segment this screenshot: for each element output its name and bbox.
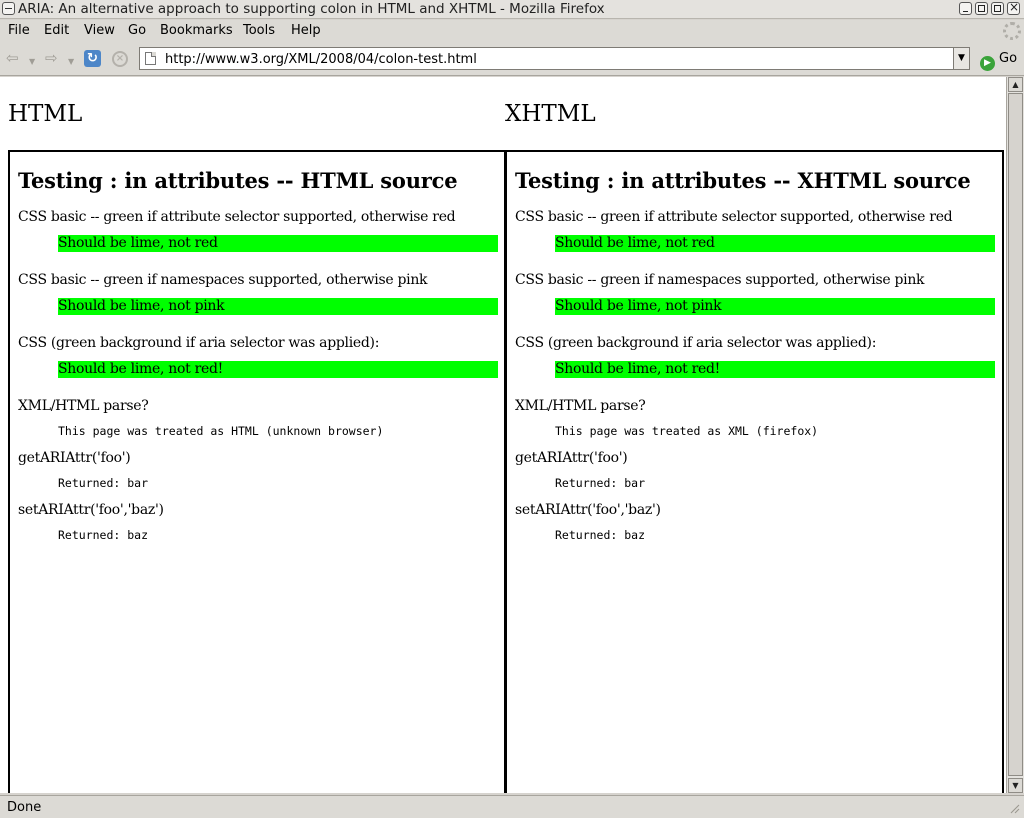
test-label: XML/HTML parse?	[515, 398, 646, 414]
minimize-button[interactable]	[959, 2, 972, 15]
xhtml-column-heading: XHTML	[505, 101, 596, 127]
html-test-frame: Testing : in attributes -- HTML source C…	[8, 150, 506, 793]
test-result-lime: Should be lime, not red!	[58, 361, 498, 378]
test-label: getARIAttr('foo')	[515, 450, 628, 466]
status-bar: Done	[0, 795, 1024, 818]
page-icon	[145, 52, 156, 65]
back-arrow-icon[interactable]: ⇦	[6, 50, 19, 66]
back-history-dropdown-icon[interactable]: ▼	[29, 54, 35, 70]
test-result-code: Returned: baz	[555, 528, 646, 542]
status-text: Done	[7, 800, 42, 815]
vertical-scrollbar[interactable]: ▲ ▼	[1006, 77, 1024, 793]
menu-go[interactable]: Go	[128, 23, 146, 38]
test-result-code: This page was treated as HTML (unknown b…	[58, 424, 384, 438]
test-label: CSS (green background if aria selector w…	[18, 335, 380, 351]
test-result-lime: Should be lime, not pink	[58, 298, 498, 315]
test-result-lime: Should be lime, not red	[58, 235, 498, 252]
test-label: CSS basic -- green if attribute selector…	[515, 209, 953, 225]
scrollbar-thumb[interactable]	[1008, 93, 1023, 776]
menu-help[interactable]: Help	[291, 23, 321, 38]
frame-title: Testing : in attributes -- HTML source	[18, 168, 458, 193]
forward-history-dropdown-icon[interactable]: ▼	[68, 54, 74, 70]
navigation-toolbar: ⇦ ▼ ⇨ ▼ ↻ × ▼ ▶ Go	[0, 42, 1024, 76]
test-label: CSS basic -- green if namespaces support…	[18, 272, 428, 288]
test-label: setARIAttr('foo','baz')	[515, 502, 661, 518]
test-result-code: Returned: bar	[555, 476, 646, 490]
menu-bookmarks[interactable]: Bookmarks	[160, 23, 233, 38]
throbber-icon	[1003, 22, 1021, 40]
close-button[interactable]	[1007, 0, 1020, 15]
url-input[interactable]	[165, 51, 945, 67]
window-title: ARIA: An alternative approach to support…	[18, 1, 605, 17]
forward-arrow-icon[interactable]: ⇨	[45, 50, 58, 66]
test-label: CSS basic -- green if attribute selector…	[18, 209, 456, 225]
test-result-lime: Should be lime, not pink	[555, 298, 995, 315]
menu-tools[interactable]: Tools	[243, 23, 275, 38]
test-label: CSS basic -- green if namespaces support…	[515, 272, 925, 288]
test-label: getARIAttr('foo')	[18, 450, 131, 466]
scroll-down-arrow-icon[interactable]: ▼	[1008, 778, 1023, 793]
go-button[interactable]: ▶ Go	[980, 51, 1017, 71]
go-label: Go	[999, 51, 1018, 66]
title-bar: ARIA: An alternative approach to support…	[0, 0, 1024, 19]
url-history-dropdown-icon[interactable]: ▼	[953, 47, 970, 70]
menu-file[interactable]: File	[8, 23, 30, 38]
test-label: setARIAttr('foo','baz')	[18, 502, 164, 518]
html-column-heading: HTML	[8, 101, 83, 127]
maximize-button[interactable]	[975, 2, 988, 15]
go-arrow-icon: ▶	[980, 56, 995, 71]
stop-icon[interactable]: ×	[112, 51, 128, 67]
xhtml-test-frame: Testing : in attributes -- XHTML source …	[505, 150, 1004, 793]
scroll-up-arrow-icon[interactable]: ▲	[1008, 77, 1023, 92]
test-result-code: Returned: baz	[58, 528, 149, 542]
address-bar[interactable]	[139, 47, 955, 70]
test-result-code: Returned: bar	[58, 476, 149, 490]
test-result-lime: Should be lime, not red!	[555, 361, 995, 378]
restore-button[interactable]	[991, 2, 1004, 15]
test-result-code: This page was treated as XML (firefox)	[555, 424, 819, 438]
page-content: HTML XHTML Testing : in attributes -- HT…	[0, 77, 1006, 793]
xhtml-test-document: Testing : in attributes -- XHTML source …	[515, 168, 995, 554]
menu-view[interactable]: View	[84, 23, 115, 38]
html-test-document: Testing : in attributes -- HTML source C…	[18, 168, 498, 554]
menu-bar: File Edit View Go Bookmarks Tools Help	[0, 20, 1024, 42]
resize-grip-icon[interactable]	[1008, 802, 1020, 814]
reload-icon[interactable]: ↻	[84, 50, 101, 67]
test-label: CSS (green background if aria selector w…	[515, 335, 877, 351]
window-menu-icon[interactable]	[2, 2, 15, 15]
frame-title: Testing : in attributes -- XHTML source	[515, 168, 971, 193]
menu-edit[interactable]: Edit	[44, 23, 69, 38]
test-result-lime: Should be lime, not red	[555, 235, 995, 252]
test-label: XML/HTML parse?	[18, 398, 149, 414]
